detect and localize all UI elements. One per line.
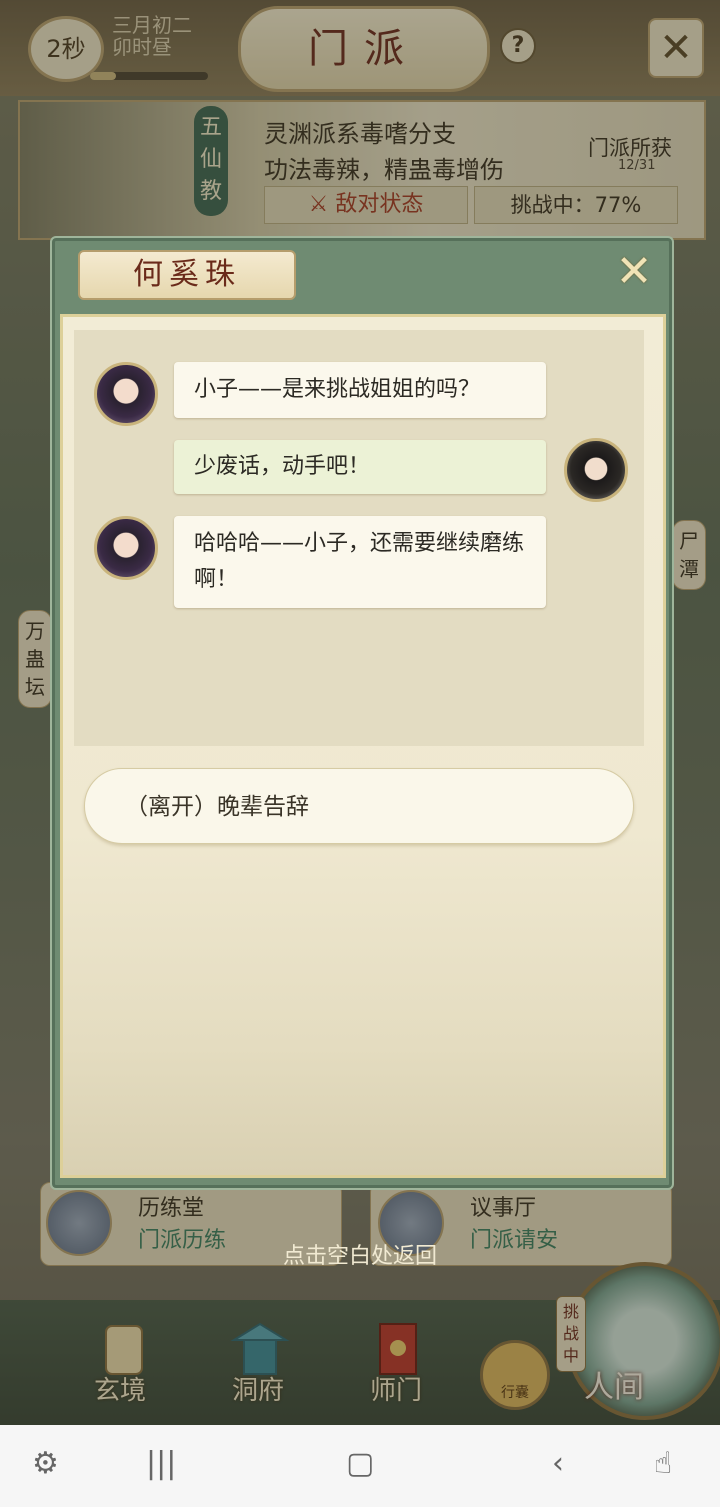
npc-message: 小子——是来挑战姐姐的吗？ bbox=[174, 362, 546, 418]
player-avatar bbox=[564, 438, 628, 502]
recent-apps-icon[interactable]: ||| bbox=[146, 1446, 176, 1481]
leave-choice-button[interactable]: （离开）晚辈告辞 bbox=[84, 768, 634, 844]
back-icon[interactable]: ‹ bbox=[552, 1446, 564, 1481]
npc-avatar bbox=[94, 516, 158, 580]
touch-lock-icon[interactable]: ☝ bbox=[654, 1446, 672, 1481]
close-icon: ✕ bbox=[615, 246, 653, 297]
npc-name-plate: 何奚珠 bbox=[78, 250, 296, 300]
npc-message: 哈哈哈——小子，还需要继续磨练啊！ bbox=[174, 516, 546, 608]
return-hint: 点击空白处返回 bbox=[282, 1244, 437, 1269]
game-tools-icon[interactable]: ⚙ bbox=[32, 1446, 59, 1481]
dialog-close-button[interactable]: ✕ bbox=[612, 250, 656, 294]
player-message: 少废话，动手吧！ bbox=[174, 440, 546, 494]
npc-avatar bbox=[94, 362, 158, 426]
home-icon[interactable]: ▢ bbox=[346, 1446, 374, 1481]
